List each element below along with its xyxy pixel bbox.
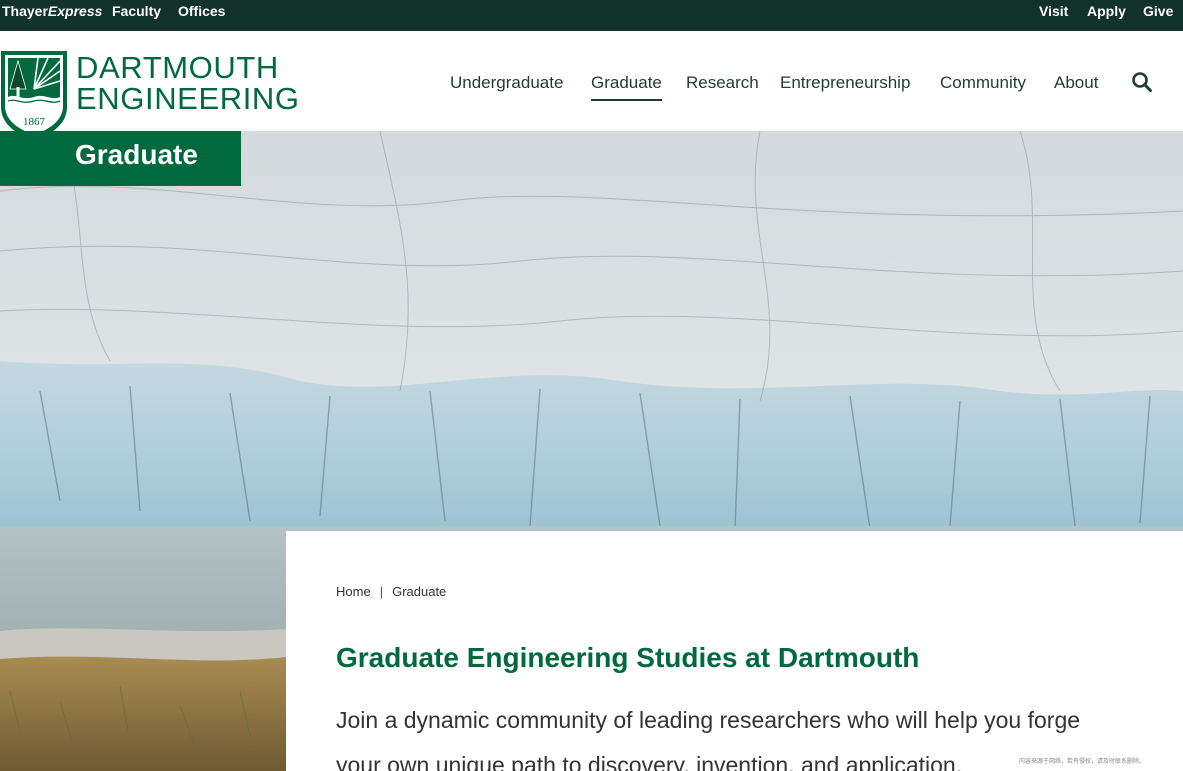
intro-paragraph: Join a dynamic community of leading rese… (336, 707, 1081, 771)
faculty-link[interactable]: Faculty (112, 3, 161, 19)
offices-link[interactable]: Offices (178, 3, 225, 19)
nav-entrepreneurship[interactable]: Entrepreneurship (780, 73, 910, 93)
breadcrumb: Home | Graduate (336, 584, 446, 599)
page-title: Graduate Engineering Studies at Dartmout… (336, 642, 920, 673)
search-icon[interactable] (1131, 71, 1153, 93)
site-header: 1867 DARTMOUTH ENGINEERING Undergraduate… (0, 31, 1183, 140)
thayer-express-label-plain: Thayer (2, 3, 48, 19)
nav-about[interactable]: About (1054, 73, 1098, 93)
content-card: Home | Graduate Graduate Engineering Studi… (286, 531, 1183, 771)
breadcrumb-current: Graduate (392, 584, 447, 599)
breadcrumb-separator: | (379, 584, 384, 599)
utility-bar: ThayerExpress Faculty Offices Visit Appl… (0, 0, 1183, 31)
logo-wordmark: DARTMOUTH ENGINEERING (76, 52, 300, 114)
nav-research[interactable]: Research (686, 73, 759, 93)
apply-link[interactable]: Apply (1087, 3, 1126, 19)
section-badge: Graduate (0, 131, 241, 186)
logo-line-2: ENGINEERING (76, 81, 300, 116)
visit-link[interactable]: Visit (1039, 3, 1068, 19)
watermark-text: 内容来源于网络，若有侵权，请及时联系删除。 (1018, 759, 1145, 765)
dartmouth-shield-logo: 1867 (1, 51, 67, 140)
give-link[interactable]: Give (1143, 3, 1173, 19)
nav-graduate[interactable]: Graduate (591, 73, 662, 101)
section-badge-label: Graduate (75, 139, 198, 170)
logo-line-1: DARTMOUTH (76, 50, 279, 85)
nav-community[interactable]: Community (940, 73, 1026, 93)
thayer-express-link[interactable]: ThayerExpress (2, 3, 102, 19)
breadcrumb-home[interactable]: Home (336, 584, 371, 599)
site-logo[interactable]: 1867 DARTMOUTH ENGINEERING (0, 49, 300, 144)
nav-undergraduate[interactable]: Undergraduate (450, 73, 563, 93)
logo-year: 1867 (23, 116, 46, 128)
thayer-express-label-italic: Express (47, 3, 103, 19)
